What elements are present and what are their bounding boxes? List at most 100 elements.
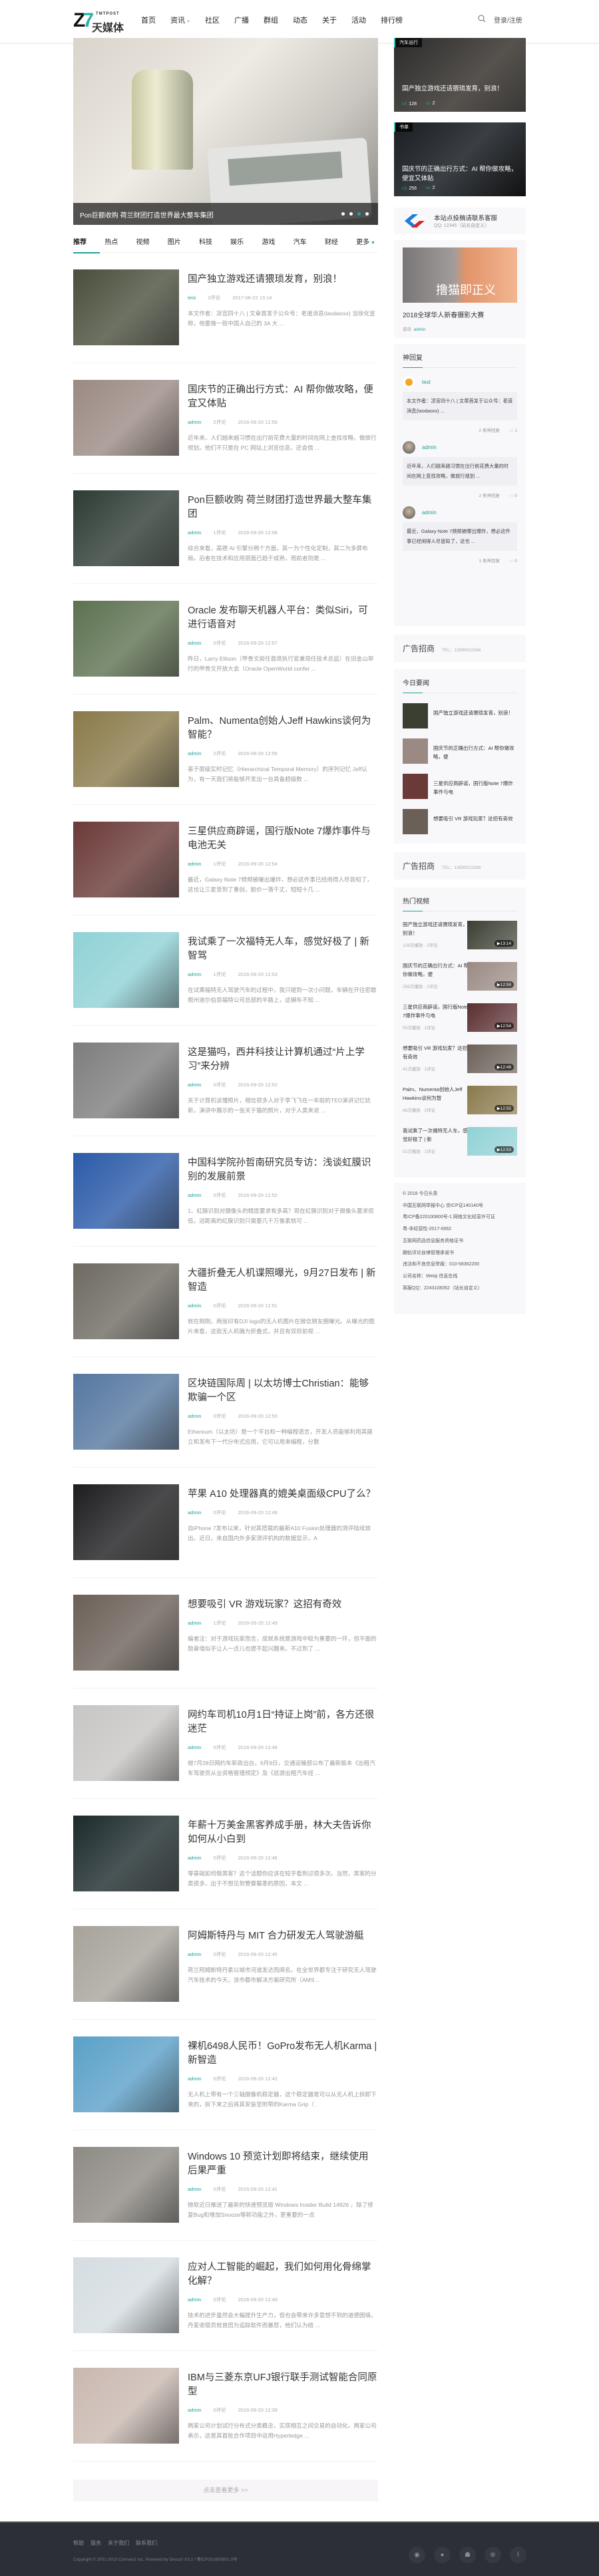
video-thumbnail[interactable]: ▶12:54 xyxy=(467,1003,517,1032)
video-item[interactable]: Palm、Numenta创始人Jeff Hawkins谈何为智 86次播放 · 2… xyxy=(403,1086,517,1118)
news-item[interactable]: 三星供应商辟谣，国行版Note 7爆炸事件与电 xyxy=(403,774,517,799)
featured-title[interactable]: 国庆节的正确出行方式：AI 帮你做攻略，便宜又体贴 xyxy=(402,165,518,184)
copyright-line[interactable]: 客服QQ：2243108352（站长自定义） xyxy=(403,1283,517,1295)
tab-2[interactable]: 视频 xyxy=(136,233,162,253)
nav-item[interactable]: 广播 xyxy=(234,15,249,25)
promo-card[interactable]: 撸猫即正义 2018全球华人新春摄影大赛 资讯 admin xyxy=(394,240,526,338)
featured-title[interactable]: 国产独立游戏还请猥琐发育，别浪！ xyxy=(402,84,518,94)
login-register-link[interactable]: 登录/注册 xyxy=(494,15,522,25)
video-title[interactable]: 三星供应商辟谣，国行版Note 7爆炸事件与电 xyxy=(403,1003,469,1020)
article-author[interactable]: admin xyxy=(188,1616,201,1630)
article-thumbnail[interactable] xyxy=(73,2257,179,2333)
article-title[interactable]: 中国科学院孙哲南研究员专访：浅谈虹膜识别的发展前景 xyxy=(188,1156,377,1184)
article-author[interactable]: test xyxy=(188,291,196,305)
avatar[interactable] xyxy=(403,506,415,519)
rss-icon[interactable]: ⌇ xyxy=(510,2547,526,2563)
article-title[interactable]: 阿姆斯特丹与 MIT 合力研发无人驾驶游艇 xyxy=(188,1929,377,1943)
featured-card[interactable]: 书单 国庆节的正确出行方式：AI 帮你做攻略，便宜又体贴 👍︎ 256 ▭ 2 xyxy=(394,122,526,196)
article-title[interactable]: 裸机6498人民币！GoPro发布无人机Karma | 新智造 xyxy=(188,2040,377,2068)
article-author[interactable]: admin xyxy=(188,2182,201,2196)
article-author[interactable]: admin xyxy=(188,526,201,540)
load-more-button[interactable]: 点击查看更多 >> xyxy=(73,2480,378,2501)
advertise-card[interactable]: 广告招商 TEL：13590022288 xyxy=(394,635,526,662)
tab-6[interactable]: 游戏 xyxy=(262,233,288,253)
tab-5[interactable]: 娱乐 xyxy=(230,233,257,253)
reply-user[interactable]: test xyxy=(403,376,517,389)
tab-3[interactable]: 图片 xyxy=(168,233,194,253)
article-thumbnail[interactable] xyxy=(73,1595,179,1671)
video-thumbnail[interactable]: ▶12:53 xyxy=(467,1127,517,1156)
footer-link[interactable]: 联系我们 xyxy=(136,2539,157,2547)
news-title[interactable]: 国产独立游戏还请猥琐发育，别浪！ xyxy=(433,703,513,728)
article-author[interactable]: admin xyxy=(188,1506,201,1520)
article-thumbnail[interactable] xyxy=(73,490,179,566)
video-item[interactable]: 我试乘了一次福特无人车，感觉好极了 | 新 52次播放 · 1评论 ▶12:53 xyxy=(403,1127,517,1159)
video-title[interactable]: Palm、Numenta创始人Jeff Hawkins谈何为智 xyxy=(403,1086,469,1102)
reply-username[interactable]: admin xyxy=(422,510,437,516)
article-title[interactable]: 大疆折叠无人机谍照曝光，9月27日发布 | 新智造 xyxy=(188,1267,377,1295)
reply-username[interactable]: test xyxy=(422,379,431,385)
article-thumbnail[interactable] xyxy=(73,1374,179,1450)
tab-7[interactable]: 汽车 xyxy=(294,233,320,253)
video-title[interactable]: 想要吸引 VR 游戏玩家？这招有奇效 xyxy=(403,1045,469,1061)
nav-item[interactable]: 首页 xyxy=(141,15,156,25)
article-thumbnail[interactable] xyxy=(73,2036,179,2112)
video-item[interactable]: 想要吸引 VR 游戏玩家？这招有奇效 41次播放 · 1评论 ▶12:49 xyxy=(403,1045,517,1076)
reply-user[interactable]: admin xyxy=(403,506,517,519)
nav-item[interactable]: 活动 xyxy=(351,15,366,25)
thumbs-up-icon[interactable]: 👍︎ xyxy=(508,494,514,498)
apple-icon[interactable]: ● xyxy=(434,2547,451,2563)
hero-slider[interactable]: Pon巨额收购 荷兰财团打造世界最大整车集团 xyxy=(73,38,378,225)
article-title[interactable]: 应对人工智能的崛起，我们如何用化骨绵掌化解？ xyxy=(188,2261,377,2289)
tab-0[interactable]: 推荐 xyxy=(73,233,100,253)
article-title[interactable]: 网约车司机10月1日“持证上岗”前，各方还很迷茫 xyxy=(188,1708,377,1736)
article-thumbnail[interactable] xyxy=(73,1263,179,1339)
article-thumbnail[interactable] xyxy=(73,1926,179,2002)
news-title[interactable]: 国庆节的正确出行方式：AI 帮你做攻略，便 xyxy=(433,738,517,764)
footer-link[interactable]: 帮助 xyxy=(73,2539,84,2547)
nav-item[interactable]: 资讯 ▼ xyxy=(170,15,190,25)
reply-count[interactable]: 2 条神回复 xyxy=(479,494,500,498)
footer-link[interactable]: 关于我们 xyxy=(108,2539,129,2547)
featured-card[interactable]: 汽车出行 国产独立游戏还请猥琐发育，别浪！ 👍︎ 128 ▭ 2 xyxy=(394,38,526,112)
news-item[interactable]: 国产独立游戏还请猥琐发育，别浪！ xyxy=(403,703,517,728)
wechat-icon[interactable]: ◉ xyxy=(409,2547,425,2563)
video-title[interactable]: 国庆节的正确出行方式：AI 帮你做攻略，便 xyxy=(403,962,469,979)
article-author[interactable]: admin xyxy=(188,1947,201,1961)
thumbs-up-icon[interactable]: 👍︎ xyxy=(508,559,514,564)
article-title[interactable]: 三星供应商辟谣，国行版Note 7爆炸事件与电池无关 xyxy=(188,825,377,853)
video-title[interactable]: 国产独立游戏还请猥琐发育，别浪！ xyxy=(403,921,469,937)
hero-caption[interactable]: Pon巨额收购 荷兰财团打造世界最大整车集团 xyxy=(80,210,214,220)
article-author[interactable]: admin xyxy=(188,1188,201,1202)
article-thumbnail[interactable] xyxy=(73,1816,179,1891)
search-icon[interactable] xyxy=(478,15,486,23)
news-title[interactable]: 想要吸引 VR 游戏玩家？这招有奇效 xyxy=(433,809,513,834)
article-author[interactable]: admin xyxy=(188,2293,201,2307)
article-author[interactable]: admin xyxy=(188,636,201,650)
article-title[interactable]: IBM与三菱东京UFJ银行联手测试智能合同原型 xyxy=(188,2371,377,2399)
article-title[interactable]: 这是猫吗，西井科技让计算机通过“片上学习”来分辨 xyxy=(188,1046,377,1074)
news-item[interactable]: 国庆节的正确出行方式：AI 帮你做攻略，便 xyxy=(403,738,517,764)
article-thumbnail[interactable] xyxy=(73,1484,179,1560)
advertise-card[interactable]: 广告招商 TEL：13590022288 xyxy=(394,852,526,880)
article-author[interactable]: admin xyxy=(188,967,201,981)
article-thumbnail[interactable] xyxy=(73,1153,179,1229)
article-title[interactable]: Windows 10 预览计划即将结束，继续使用后果严重 xyxy=(188,2150,377,2178)
tab-1[interactable]: 热点 xyxy=(104,233,131,253)
copyright-line[interactable]: 互联网药品信息服务资格证书 xyxy=(403,1235,517,1247)
article-title[interactable]: Pon巨额收购 荷兰财团打造世界最大整车集团 xyxy=(188,494,377,522)
article-author[interactable]: admin xyxy=(188,1299,201,1313)
video-thumbnail[interactable]: ▶12:55 xyxy=(467,1086,517,1114)
slider-dot[interactable] xyxy=(349,212,353,216)
article-title[interactable]: 国庆节的正确出行方式：AI 帮你做攻略，便宜又体贴 xyxy=(188,383,377,411)
video-thumbnail[interactable]: ▶13:14 xyxy=(467,921,517,949)
video-thumbnail[interactable]: ▶12:59 xyxy=(467,962,517,991)
nav-item[interactable]: 动态 xyxy=(293,15,307,25)
article-title[interactable]: 想要吸引 VR 游戏玩家？这招有奇效 xyxy=(188,1598,377,1612)
video-title[interactable]: 我试乘了一次福特无人车，感觉好极了 | 新 xyxy=(403,1127,469,1144)
article-thumbnail[interactable] xyxy=(73,601,179,677)
article-author[interactable]: admin xyxy=(188,1078,201,1092)
video-item[interactable]: 国庆节的正确出行方式：AI 帮你做攻略，便 256次播放 · 2评论 ▶12:59 xyxy=(403,962,517,994)
slider-dot[interactable] xyxy=(357,212,361,216)
reply-username[interactable]: admin xyxy=(422,444,437,450)
